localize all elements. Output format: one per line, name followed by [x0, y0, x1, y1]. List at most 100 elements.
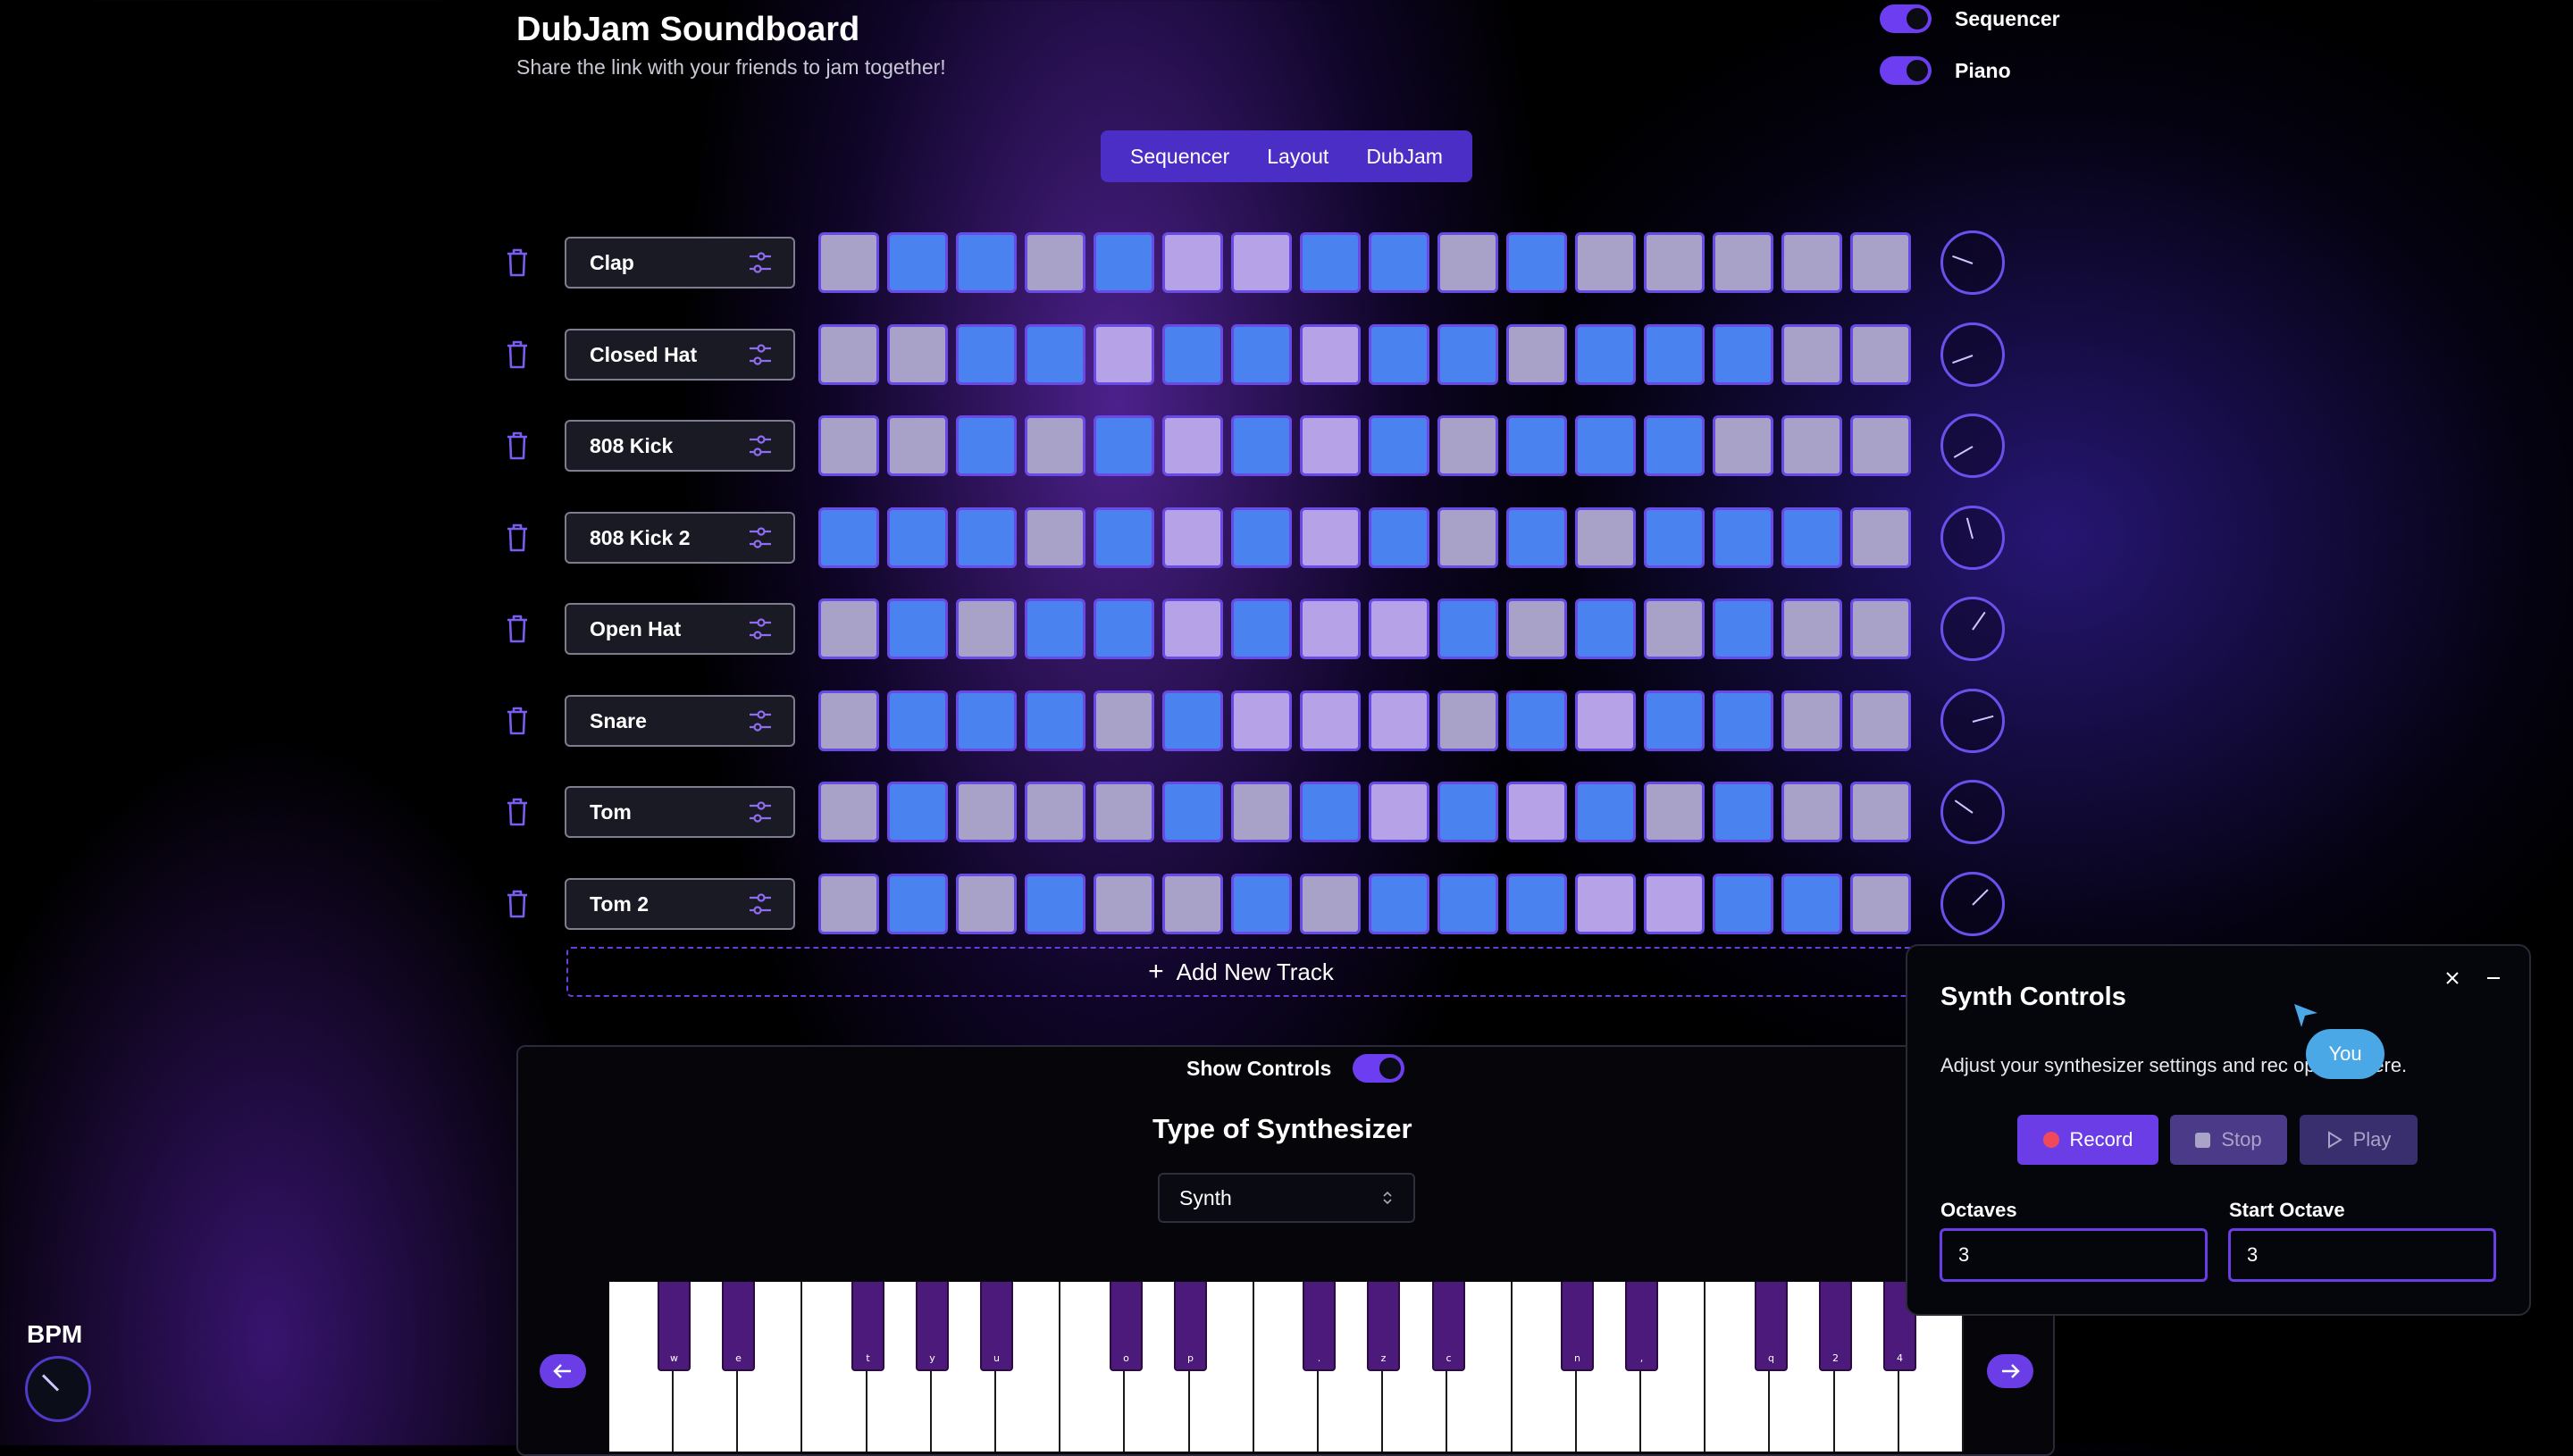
step-cell[interactable] — [1162, 690, 1223, 751]
step-cell[interactable] — [1713, 598, 1773, 659]
step-cell[interactable] — [1713, 232, 1773, 293]
step-cell[interactable] — [1644, 324, 1705, 385]
close-icon[interactable] — [2443, 968, 2462, 988]
track-volume-knob[interactable] — [1940, 780, 2005, 844]
step-cell[interactable] — [887, 415, 948, 476]
step-cell[interactable] — [956, 690, 1017, 751]
step-cell[interactable] — [818, 598, 879, 659]
track-name-box[interactable]: Snare — [565, 695, 795, 747]
step-cell[interactable] — [1575, 507, 1636, 568]
step-cell[interactable] — [1575, 598, 1636, 659]
step-cell[interactable] — [1300, 874, 1361, 934]
step-cell[interactable] — [1300, 598, 1361, 659]
step-cell[interactable] — [1300, 690, 1361, 751]
add-track-button[interactable]: + Add New Track — [566, 947, 1915, 997]
step-cell[interactable] — [1300, 324, 1361, 385]
step-cell[interactable] — [1506, 782, 1567, 842]
sliders-icon[interactable] — [747, 707, 774, 734]
track-volume-knob[interactable] — [1940, 414, 2005, 478]
piano-prev-button[interactable] — [540, 1354, 586, 1388]
step-cell[interactable] — [1575, 415, 1636, 476]
trash-icon[interactable] — [500, 425, 534, 466]
step-cell[interactable] — [1850, 690, 1911, 751]
track-volume-knob[interactable] — [1940, 597, 2005, 661]
trash-icon[interactable] — [500, 883, 534, 925]
step-cell[interactable] — [1850, 232, 1911, 293]
step-cell[interactable] — [956, 874, 1017, 934]
step-cell[interactable] — [887, 324, 948, 385]
step-cell[interactable] — [1506, 232, 1567, 293]
step-cell[interactable] — [956, 232, 1017, 293]
trash-icon[interactable] — [500, 700, 534, 741]
piano-black-key[interactable]: , — [1625, 1282, 1658, 1371]
step-cell[interactable] — [1231, 598, 1292, 659]
piano-black-key[interactable]: 2 — [1819, 1282, 1852, 1371]
step-cell[interactable] — [1231, 874, 1292, 934]
step-cell[interactable] — [1300, 232, 1361, 293]
step-cell[interactable] — [1644, 415, 1705, 476]
step-cell[interactable] — [1300, 507, 1361, 568]
step-cell[interactable] — [1506, 415, 1567, 476]
step-cell[interactable] — [818, 782, 879, 842]
step-cell[interactable] — [887, 507, 948, 568]
track-name-box[interactable]: Clap — [565, 237, 795, 289]
piano-toggle-row[interactable]: Piano — [1880, 56, 2011, 85]
step-cell[interactable] — [1162, 874, 1223, 934]
sequencer-toggle[interactable] — [1880, 4, 1932, 33]
step-cell[interactable] — [1850, 324, 1911, 385]
track-name-box[interactable]: Open Hat — [565, 603, 795, 655]
step-cell[interactable] — [1644, 874, 1705, 934]
step-cell[interactable] — [1850, 507, 1911, 568]
bpm-knob[interactable] — [25, 1356, 91, 1422]
step-cell[interactable] — [1300, 782, 1361, 842]
step-cell[interactable] — [887, 782, 948, 842]
sliders-icon[interactable] — [747, 891, 774, 917]
piano-black-key[interactable]: w — [658, 1282, 691, 1371]
step-cell[interactable] — [1231, 782, 1292, 842]
step-cell[interactable] — [1231, 415, 1292, 476]
step-cell[interactable] — [956, 782, 1017, 842]
step-cell[interactable] — [887, 690, 948, 751]
piano-black-key[interactable]: q — [1755, 1282, 1788, 1371]
step-cell[interactable] — [1575, 874, 1636, 934]
step-cell[interactable] — [1025, 690, 1085, 751]
piano-black-key[interactable]: t — [851, 1282, 884, 1371]
step-cell[interactable] — [1094, 324, 1154, 385]
step-cell[interactable] — [1575, 782, 1636, 842]
step-cell[interactable] — [1162, 415, 1223, 476]
track-volume-knob[interactable] — [1940, 230, 2005, 295]
step-cell[interactable] — [1231, 507, 1292, 568]
step-cell[interactable] — [1369, 415, 1429, 476]
step-cell[interactable] — [1575, 232, 1636, 293]
step-cell[interactable] — [1781, 598, 1842, 659]
sequencer-toggle-row[interactable]: Sequencer — [1880, 4, 2060, 33]
track-volume-knob[interactable] — [1940, 689, 2005, 753]
step-cell[interactable] — [1713, 324, 1773, 385]
step-cell[interactable] — [818, 232, 879, 293]
piano-black-key[interactable]: n — [1561, 1282, 1594, 1371]
step-cell[interactable] — [1094, 507, 1154, 568]
step-cell[interactable] — [1437, 507, 1498, 568]
step-cell[interactable] — [1437, 324, 1498, 385]
track-volume-knob[interactable] — [1940, 872, 2005, 936]
track-name-box[interactable]: 808 Kick — [565, 420, 795, 472]
step-cell[interactable] — [1781, 874, 1842, 934]
step-cell[interactable] — [1369, 232, 1429, 293]
step-cell[interactable] — [1094, 874, 1154, 934]
sliders-icon[interactable] — [747, 524, 774, 551]
step-cell[interactable] — [1437, 782, 1498, 842]
track-name-box[interactable]: 808 Kick 2 — [565, 512, 795, 564]
step-cell[interactable] — [1369, 782, 1429, 842]
step-cell[interactable] — [1025, 324, 1085, 385]
step-cell[interactable] — [1713, 782, 1773, 842]
step-cell[interactable] — [1644, 232, 1705, 293]
step-cell[interactable] — [956, 324, 1017, 385]
track-volume-knob[interactable] — [1940, 506, 2005, 570]
step-cell[interactable] — [1437, 415, 1498, 476]
step-cell[interactable] — [1437, 232, 1498, 293]
step-cell[interactable] — [1713, 690, 1773, 751]
step-cell[interactable] — [1713, 874, 1773, 934]
step-cell[interactable] — [1162, 598, 1223, 659]
stop-button[interactable]: Stop — [2170, 1115, 2287, 1165]
track-volume-knob[interactable] — [1940, 322, 2005, 387]
